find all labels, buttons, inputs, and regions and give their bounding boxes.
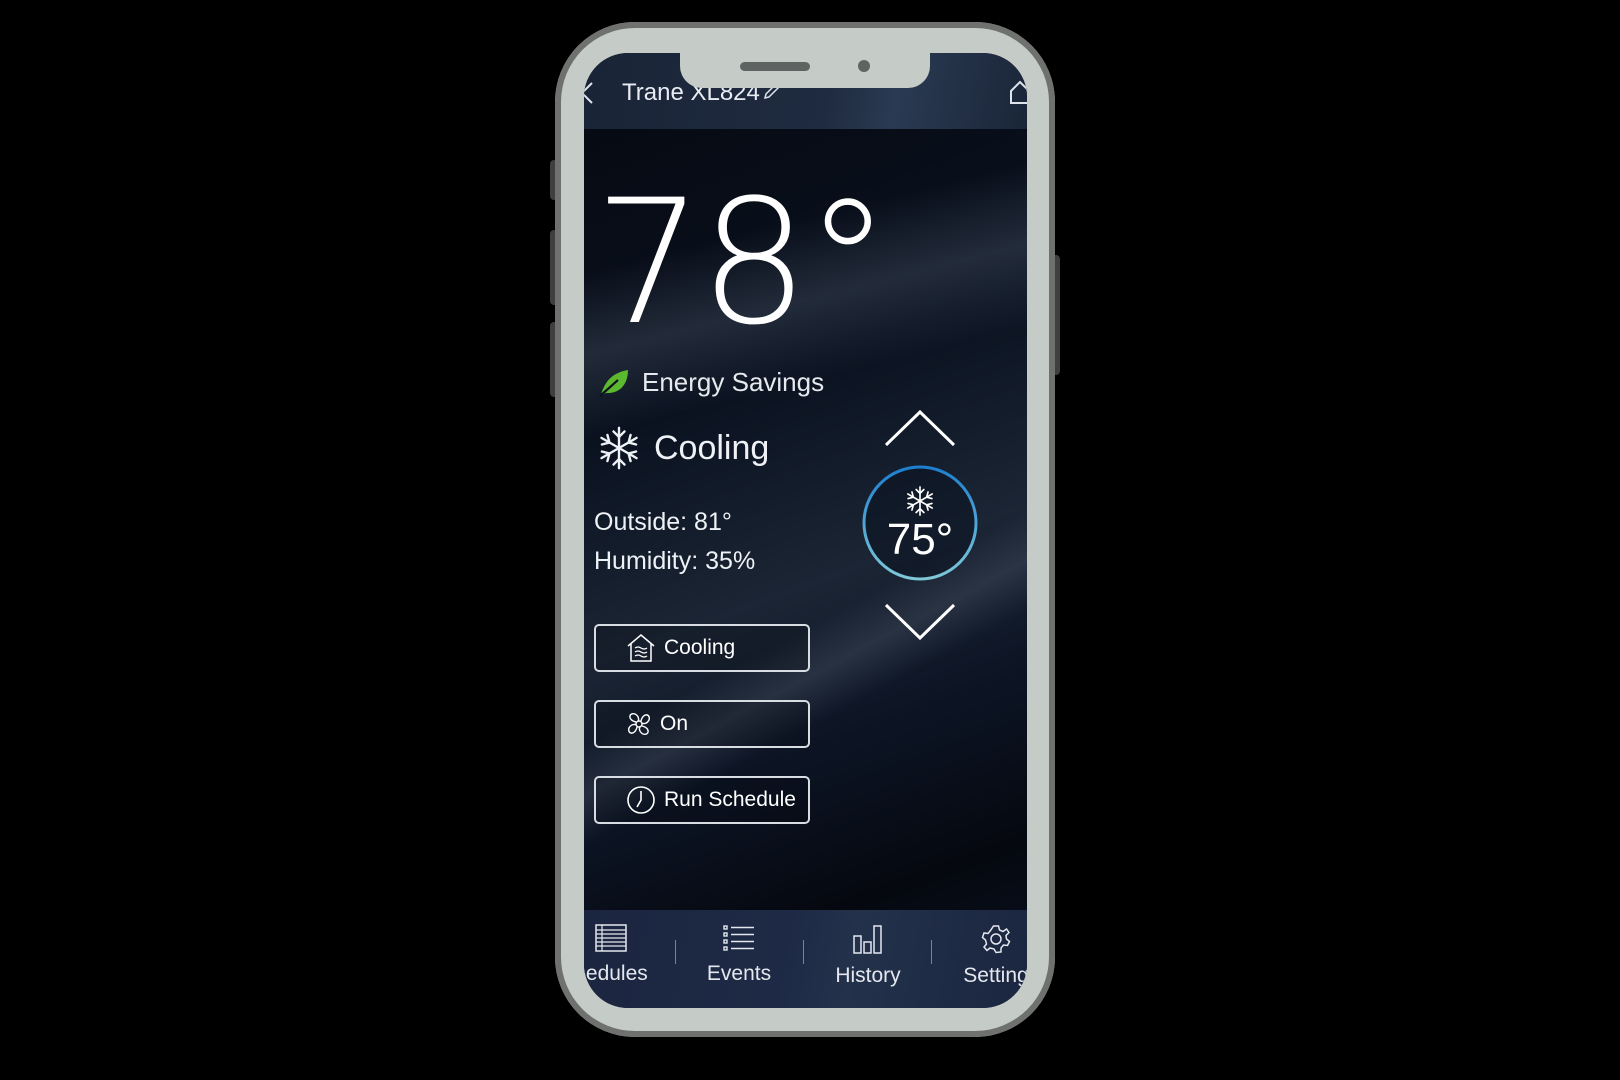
house-waves-icon [627, 634, 655, 662]
setpoint-value: 75° [886, 515, 954, 564]
app-screen: Trane XL824 78° Energy Savings Cooling O… [584, 53, 1027, 1008]
snowflake-icon [905, 486, 935, 516]
snowflake-icon [597, 426, 641, 470]
nav-divider [675, 940, 676, 964]
nav-label: History [835, 964, 901, 987]
system-mode-button-label: Cooling [664, 636, 736, 659]
phone-speaker [740, 62, 810, 71]
bar-chart-icon [853, 925, 882, 954]
phone-camera [858, 60, 870, 72]
nav-item-history[interactable]: History [813, 924, 923, 988]
chevron-left-icon[interactable] [584, 79, 596, 107]
system-mode-button[interactable]: Cooling [594, 624, 810, 672]
nav-item-schedules[interactable]: hedules [584, 924, 666, 986]
nav-label: hedules [584, 962, 648, 985]
run-schedule-button[interactable]: Run Schedule [594, 776, 810, 824]
home-icon[interactable] [1009, 79, 1027, 105]
system-status: Cooling [596, 423, 769, 473]
humidity-reading: Humidity: 35% [594, 547, 756, 575]
schedule-grid-icon [595, 924, 627, 952]
nav-label: Events [706, 962, 772, 985]
setpoint-dial[interactable]: 75° [862, 465, 978, 581]
nav-item-events[interactable]: Events [684, 924, 794, 986]
energy-savings-indicator: Energy Savings [596, 366, 824, 398]
indoor-temperature: 78° [594, 162, 891, 363]
list-icon [723, 925, 754, 951]
fan-icon [627, 712, 651, 736]
outside-temperature: Outside: 81° [594, 508, 732, 536]
gear-icon [981, 925, 1011, 954]
nav-divider [803, 940, 804, 964]
fan-mode-button[interactable]: On [594, 700, 810, 748]
system-mode-label: Cooling [654, 428, 770, 467]
leaf-icon [599, 370, 628, 397]
nav-item-settings[interactable]: Setting [941, 924, 1027, 988]
nav-label: Setting [963, 964, 1027, 987]
chevron-up-icon[interactable] [884, 409, 956, 449]
run-schedule-button-label: Run Schedule [664, 788, 796, 811]
clock-icon [627, 786, 655, 814]
bottom-navigation: hedules Events History [584, 910, 1027, 1008]
chevron-down-icon[interactable] [884, 601, 956, 641]
energy-savings-label: Energy Savings [642, 366, 825, 397]
nav-divider [931, 940, 932, 964]
fan-mode-button-label: On [660, 712, 689, 735]
